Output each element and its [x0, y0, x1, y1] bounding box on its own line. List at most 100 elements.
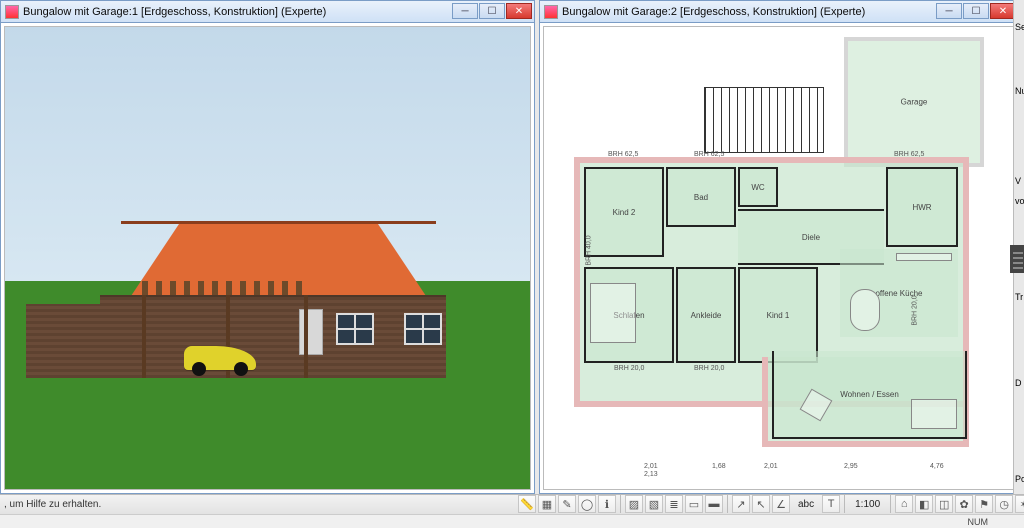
plan-outline-south: Wohnen / Essen — [762, 357, 969, 447]
rp-label: D — [1015, 378, 1022, 388]
titlebar-2d[interactable]: Bungalow mit Garage:2 [Erdgeschoss, Kons… — [540, 1, 1018, 23]
room-label: Kind 2 — [613, 208, 636, 217]
maximize-button[interactable]: ☐ — [963, 3, 989, 19]
wall-main — [100, 295, 447, 378]
plant-icon[interactable]: ✿ — [955, 495, 973, 513]
room-label: WC — [751, 183, 764, 192]
rp-label: V — [1015, 176, 1021, 186]
app-icon — [5, 5, 19, 19]
numlock-label: NUM — [968, 517, 989, 527]
viewport-3d[interactable] — [4, 26, 531, 490]
bottom-toolbar: 📏 ▦ ✎ ◯ ℹ ▨ ▧ ≣ ▭ ▬ ↗ ↖ ∠ abc T 1:100 ⌂ … — [518, 494, 1024, 514]
rp-label: Po — [1015, 474, 1024, 484]
separator — [890, 495, 891, 513]
furn-bed — [590, 283, 636, 343]
flag-icon[interactable]: ⚑ — [975, 495, 993, 513]
room-schlafen: Schlafen — [584, 267, 674, 363]
window-title-2d: Bungalow mit Garage:2 [Erdgeschoss, Kons… — [562, 6, 865, 18]
gauge-icon[interactable]: ◷ — [995, 495, 1013, 513]
rp-label: Nu — [1015, 86, 1024, 96]
wall-left — [26, 304, 110, 378]
star-icon[interactable]: ✶ — [1015, 495, 1024, 513]
text-icon[interactable]: T — [822, 495, 840, 513]
furn-counter — [896, 253, 952, 261]
dim-brh: BRH 62,5 — [694, 151, 724, 158]
room-wohnen: Wohnen / Essen — [772, 351, 967, 439]
furn-chair — [800, 389, 833, 422]
dim-brh: BRH 20,0 — [694, 365, 724, 372]
furn-sofa — [911, 399, 957, 429]
room-label: Diele — [802, 233, 820, 242]
close-button[interactable]: ✕ — [506, 3, 532, 19]
rp-label: Se — [1015, 22, 1024, 32]
room-label: HWR — [912, 203, 931, 212]
room-offenekueche: offene Küche — [840, 249, 958, 337]
plan-pergola — [704, 87, 824, 153]
room-label: Wohnen / Essen — [840, 390, 899, 399]
app-icon — [544, 5, 558, 19]
dim-value: 2,01 — [764, 463, 778, 470]
status-bar-lower: NUM — [0, 514, 1024, 528]
separator — [727, 495, 728, 513]
info-icon[interactable]: ℹ — [598, 495, 616, 513]
titlebar-3d[interactable]: Bungalow mit Garage:1 [Erdgeschoss, Kons… — [1, 1, 534, 23]
furn-table — [850, 289, 880, 331]
minimize-button[interactable]: ─ — [452, 3, 478, 19]
pergola-beams — [142, 281, 310, 295]
room-kind2: Kind 2 — [584, 167, 664, 257]
pergola-post-3 — [304, 295, 308, 378]
panel-gripper[interactable] — [1010, 245, 1024, 273]
pergola-post-1 — [142, 295, 146, 378]
dim-value: 2,95 — [844, 463, 858, 470]
pencil-icon[interactable]: ✎ — [558, 495, 576, 513]
minimize-button[interactable]: ─ — [936, 3, 962, 19]
dim-brh: BRH 40,0 — [586, 235, 593, 265]
window-title-3d: Bungalow mit Garage:1 [Erdgeschoss, Kons… — [23, 6, 326, 18]
window-3d-2 — [404, 313, 442, 345]
room-label: Ankleide — [691, 311, 722, 320]
window-2d-plan: Bungalow mit Garage:2 [Erdgeschoss, Kons… — [539, 0, 1019, 494]
rp-label: Tr — [1015, 292, 1023, 302]
cube-icon[interactable]: ◧ — [915, 495, 933, 513]
dim-value: 1,68 — [712, 463, 726, 470]
dim-value: 2,01 — [644, 463, 658, 470]
separator — [620, 495, 621, 513]
angle-icon[interactable]: ∠ — [772, 495, 790, 513]
roof-icon[interactable]: ⌂ — [895, 495, 913, 513]
scale-readout[interactable]: 1:100 — [855, 499, 880, 510]
abc-label[interactable]: abc — [798, 499, 814, 510]
plot-icon[interactable]: ◫ — [935, 495, 953, 513]
room-label-garage: Garage — [901, 98, 928, 107]
room-ankleide: Ankleide — [676, 267, 736, 363]
window-3d-view: Bungalow mit Garage:1 [Erdgeschoss, Kons… — [0, 0, 535, 494]
hatch-icon[interactable]: ▨ — [625, 495, 643, 513]
grid-icon[interactable]: ▦ — [538, 495, 556, 513]
window-3d-1 — [336, 313, 374, 345]
dim-value: 4,76 — [930, 463, 944, 470]
separator — [844, 495, 845, 513]
room-label: Bad — [694, 193, 708, 202]
room-wc: WC — [738, 167, 778, 207]
rect-icon[interactable]: ▭ — [685, 495, 703, 513]
ruler-icon[interactable]: 📏 — [518, 495, 536, 513]
circle-icon[interactable]: ◯ — [578, 495, 596, 513]
rp-label: vo — [1015, 196, 1024, 206]
dim-brh: BRH 20,0 — [614, 365, 644, 372]
room-hwr: HWR — [886, 167, 958, 247]
viewport-2d[interactable]: Garage Kind 2 Bad WC HWR Diele — [543, 26, 1015, 490]
maximize-button[interactable]: ☐ — [479, 3, 505, 19]
cursor-icon[interactable]: ↖ — [752, 495, 770, 513]
door-3d — [299, 309, 323, 355]
hatch2-icon[interactable]: ▧ — [645, 495, 663, 513]
room-kind1: Kind 1 — [738, 267, 818, 363]
room-bad: Bad — [666, 167, 736, 227]
plan-garage: Garage — [844, 37, 984, 167]
status-help-text: , um Hilfe zu erhalten. — [4, 499, 101, 510]
dim-brh: BRH 62,5 — [608, 151, 638, 158]
dim-brh: BRH 62,5 — [894, 151, 924, 158]
rect2-icon[interactable]: ▬ — [705, 495, 723, 513]
layers-icon[interactable]: ≣ — [665, 495, 683, 513]
room-label: Kind 1 — [767, 311, 790, 320]
dim-value: 2,13 — [644, 471, 658, 478]
arrow-icon[interactable]: ↗ — [732, 495, 750, 513]
